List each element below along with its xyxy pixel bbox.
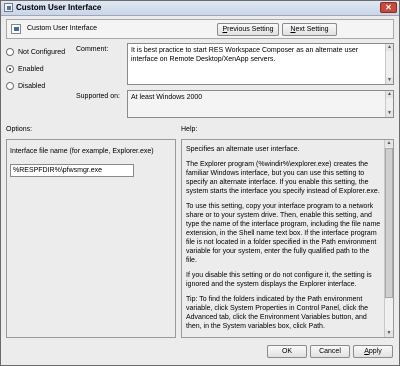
help-paragraph: Specifies an alternate user interface. [186, 146, 300, 153]
interface-file-input[interactable]: %RESPFDIR%\pfwsmgr.exe [10, 164, 134, 177]
supported-text: At least Windows 2000 [131, 94, 203, 101]
previous-setting-button[interactable]: Previous Setting [217, 23, 279, 36]
scroll-up-icon[interactable]: ▲ [386, 91, 393, 98]
dialog-window: Custom User Interface ✕ Custom User Inte… [0, 0, 400, 366]
ok-button[interactable]: OK [267, 345, 307, 358]
title-bar[interactable]: Custom User Interface ✕ [1, 1, 399, 16]
help-paragraph: To use this setting, copy your interface… [186, 203, 381, 264]
radio-not-configured[interactable]: Not Configured [6, 48, 65, 56]
radio-disabled-circle[interactable] [6, 82, 14, 90]
radio-disabled[interactable]: Disabled [6, 82, 45, 90]
scroll-down-icon[interactable]: ▼ [386, 77, 393, 84]
radio-not-configured-circle[interactable] [6, 48, 14, 56]
comment-scrollbar[interactable]: ▲ ▼ [385, 44, 393, 84]
interface-file-value: %RESPFDIR%\pfwsmgr.exe [13, 167, 103, 174]
options-panel: Interface file name (for example, Explor… [6, 139, 176, 338]
apply-button[interactable]: Apply [353, 345, 393, 358]
help-panel: Specifies an alternate user interface. T… [181, 139, 394, 338]
next-label-rest: ext Setting [295, 26, 329, 33]
comment-textarea[interactable]: It is best practice to start RES Workspa… [127, 43, 394, 85]
apply-label-rest: pply [368, 348, 382, 355]
window-title: Custom User Interface [16, 3, 102, 12]
next-setting-button[interactable]: Next Setting [282, 23, 337, 36]
radio-not-configured-label: Not Configured [18, 48, 66, 56]
radio-enabled[interactable]: Enabled [6, 65, 44, 73]
help-label: Help: [181, 126, 198, 133]
close-button[interactable]: ✕ [380, 2, 397, 13]
scroll-thumb[interactable] [385, 148, 393, 298]
cancel-button[interactable]: Cancel [310, 345, 350, 358]
comment-label: Comment: [76, 46, 109, 53]
radio-enabled-label: Enabled [18, 65, 44, 73]
scroll-up-icon[interactable]: ▲ [386, 44, 393, 51]
scroll-up-icon[interactable]: ▲ [385, 140, 393, 147]
scroll-down-icon[interactable]: ▼ [386, 110, 393, 117]
options-label: Options: [6, 126, 33, 133]
radio-enabled-circle[interactable] [6, 65, 14, 73]
setting-name: Custom User Interface [27, 25, 98, 32]
supported-label: Supported on: [76, 93, 120, 100]
supported-box: At least Windows 2000 ▲ ▼ [127, 90, 394, 118]
help-paragraph: If you disable this setting or do not co… [186, 272, 372, 288]
interface-file-label: Interface file name (for example, Explor… [10, 148, 154, 155]
help-paragraph: Tip: To find the folders indicated by th… [186, 296, 369, 330]
help-paragraph: The Explorer program (%windir%\explorer.… [186, 161, 380, 195]
app-icon [4, 3, 13, 12]
previous-label-rest: revious Setting [227, 26, 274, 33]
supported-scrollbar[interactable]: ▲ ▼ [385, 91, 393, 117]
scroll-down-icon[interactable]: ▼ [385, 330, 393, 337]
policy-icon [11, 24, 21, 34]
comment-text: It is best practice to start RES Workspa… [131, 47, 359, 63]
radio-disabled-label: Disabled [18, 82, 46, 90]
help-text: Specifies an alternate user interface. T… [186, 145, 382, 337]
help-scrollbar[interactable]: ▲ ▼ [384, 140, 393, 337]
